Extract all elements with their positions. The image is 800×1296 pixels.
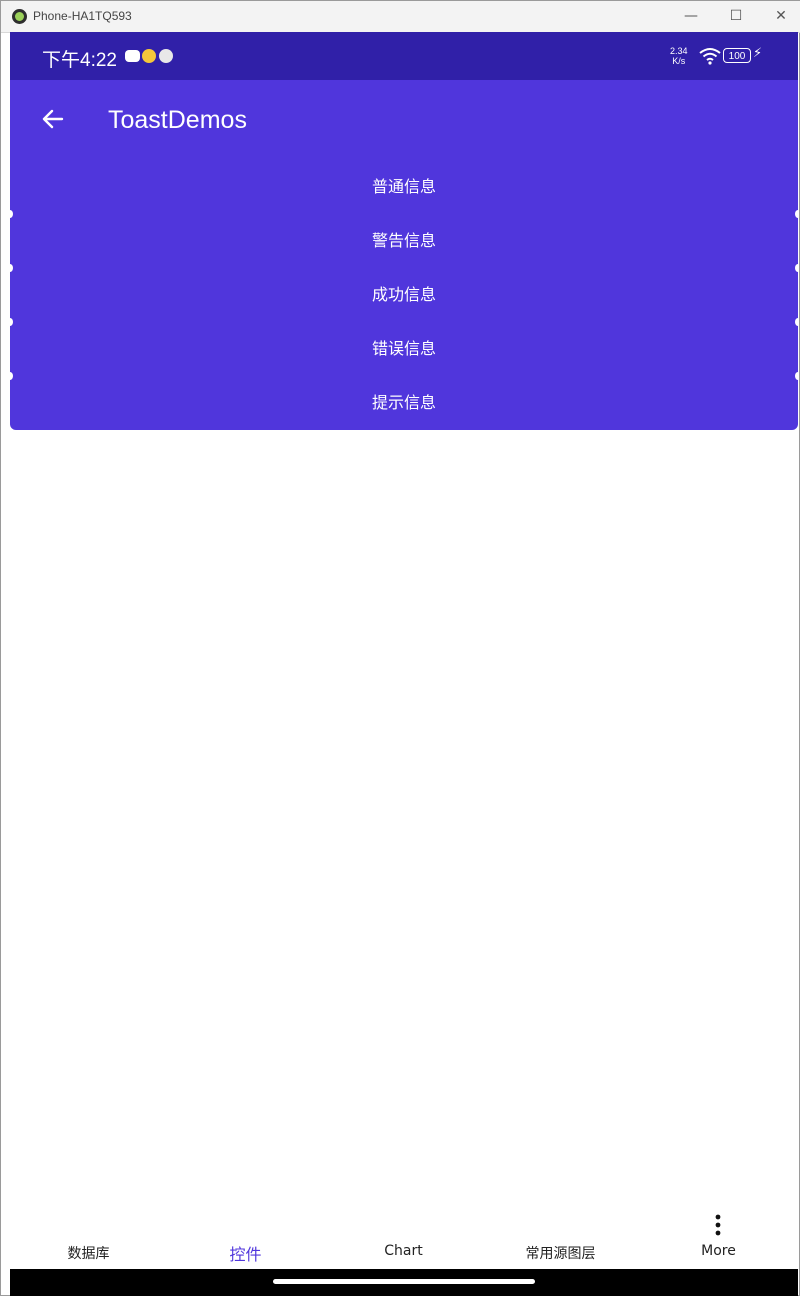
network-speed: 2.34 K/s xyxy=(670,46,688,66)
menu-item-error[interactable]: 错误信息 xyxy=(10,322,798,380)
back-arrow-icon[interactable] xyxy=(40,106,66,132)
minimize-button[interactable]: — xyxy=(676,5,706,27)
menu-item-label: 提示信息 xyxy=(371,393,436,412)
gesture-bar xyxy=(10,1269,798,1296)
page-title: ToastDemos xyxy=(108,106,247,134)
network-speed-value: 2.34 xyxy=(670,46,688,56)
nav-item-more[interactable]: More xyxy=(640,1210,797,1268)
phone-screen: 下午4:22 2.34 K/s 100 ⚡ ToastDemos 普通信息 警告… xyxy=(10,32,798,1296)
status-time: 下午4:22 xyxy=(42,50,117,71)
menu-item-label: 错误信息 xyxy=(371,339,436,358)
nav-item-label: 控件 xyxy=(229,1245,262,1264)
nav-item-controls[interactable]: 控件 xyxy=(167,1210,324,1268)
bottom-navigation: 数据库 控件 Chart 常用源图层 More xyxy=(10,1210,798,1268)
battery-icon: 100 xyxy=(723,48,751,63)
menu-item-label: 普通信息 xyxy=(371,177,436,196)
moon-notification-icon xyxy=(159,49,173,63)
menu-item-warning[interactable]: 警告信息 xyxy=(10,214,798,272)
more-vert-icon xyxy=(715,1214,721,1236)
nav-item-label: 常用源图层 xyxy=(525,1246,596,1262)
network-speed-unit: K/s xyxy=(672,56,686,66)
nav-item-label: Chart xyxy=(384,1243,423,1259)
home-gesture-handle[interactable] xyxy=(273,1279,535,1284)
nav-item-label: More xyxy=(701,1243,736,1259)
toast-menu: 普通信息 警告信息 成功信息 错误信息 提示信息 xyxy=(10,160,798,430)
wifi-icon xyxy=(699,48,721,65)
maximize-button[interactable]: ☐ xyxy=(721,5,751,27)
nav-item-database[interactable]: 数据库 xyxy=(10,1210,167,1268)
app-notification-icon xyxy=(142,49,156,63)
charging-icon: ⚡ xyxy=(753,46,763,61)
menu-item-success[interactable]: 成功信息 xyxy=(10,268,798,326)
android-app-icon xyxy=(12,9,27,24)
nav-item-chart[interactable]: Chart xyxy=(325,1210,482,1268)
message-notification-icon xyxy=(125,50,140,62)
window-titlebar: Phone-HA1TQ593 — ☐ ✕ xyxy=(1,1,800,33)
menu-item-info[interactable]: 普通信息 xyxy=(10,160,798,218)
menu-item-tip[interactable]: 提示信息 xyxy=(10,376,798,430)
menu-item-label: 警告信息 xyxy=(371,231,436,250)
window-title: Phone-HA1TQ593 xyxy=(33,9,132,23)
nav-item-layers[interactable]: 常用源图层 xyxy=(482,1210,639,1268)
emulator-window: Phone-HA1TQ593 — ☐ ✕ 下午4:22 2.34 K/s 100… xyxy=(0,0,800,1296)
close-window-button[interactable]: ✕ xyxy=(766,5,796,27)
app-bar: ToastDemos xyxy=(10,80,798,160)
nav-item-label: 数据库 xyxy=(67,1246,110,1262)
menu-item-label: 成功信息 xyxy=(371,285,436,304)
status-bar: 下午4:22 2.34 K/s 100 ⚡ xyxy=(10,32,798,80)
